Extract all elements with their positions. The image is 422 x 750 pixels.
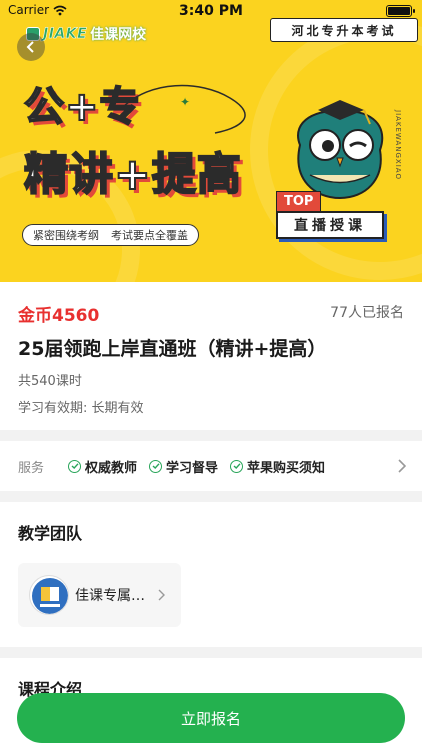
slogan-pill: 紧密围绕考纲 考试要点全覆盖 [22, 224, 199, 246]
slogan-text: 考试要点全覆盖 [111, 229, 188, 242]
check-circle-icon [149, 459, 163, 473]
status-bar: Carrier 3:40 PM [0, 0, 422, 22]
chevron-right-icon [398, 459, 406, 473]
live-badge-label: 直播授课 [276, 211, 384, 239]
back-button[interactable] [17, 33, 45, 61]
teacher-logo-icon [32, 578, 68, 614]
course-info-card: 金币4560 77人已报名 25届领跑上岸直通班（精讲+提高） 共540课时 学… [0, 282, 422, 430]
chevron-right-icon [158, 589, 165, 601]
service-item: 学习督导 [149, 457, 218, 476]
check-circle-icon [230, 459, 244, 473]
course-price: 金币4560 [18, 306, 100, 326]
service-item: 权威教师 [68, 457, 137, 476]
course-banner: JIAKE 佳课网校 河北专升本考试 公+专 精讲+提高 ✦ 紧密围绕考纲 考试… [0, 0, 422, 282]
service-label: 学习督导 [166, 460, 219, 476]
service-label: 苹果购买须知 [247, 460, 326, 476]
enrolled-count: 77人已报名 [330, 305, 404, 321]
course-title: 25届领跑上岸直通班（精讲+提高） [18, 338, 327, 360]
slogan-text: 紧密围绕考纲 [33, 229, 99, 242]
battery-fill [388, 7, 410, 15]
check-circle-icon [68, 459, 81, 473]
services-row[interactable]: 服务 权威教师 学习督导 苹果购买须知 [0, 441, 422, 491]
services-label: 服务 [18, 460, 45, 476]
logo-text-en: JIAKE [43, 26, 88, 43]
top-badge-label: TOP [276, 191, 322, 212]
course-validity: 学习有效期: 长期有效 [18, 401, 144, 416]
logo-text-cn: 佳课网校 [90, 27, 147, 43]
svg-text:✦: ✦ [180, 95, 190, 109]
battery-icon [386, 5, 415, 17]
course-hours: 共540课时 [18, 374, 82, 389]
teacher-name: 佳课专属讲师 [75, 588, 155, 604]
teacher-avatar [29, 575, 69, 615]
teacher-card[interactable]: 佳课专属讲师 [18, 563, 181, 627]
teaching-team-section: 教学团队 佳课专属讲师 [0, 502, 422, 647]
service-label: 权威教师 [85, 460, 138, 476]
service-item: 苹果购买须知 [230, 457, 325, 476]
section-title: 教学团队 [18, 524, 83, 543]
headline-line2: 精讲+提高 [23, 148, 242, 201]
decorative-swirl-icon: ✦ [121, 84, 246, 134]
enroll-button[interactable]: 立即报名 [17, 693, 405, 743]
owl-mascot-icon [297, 100, 384, 200]
clock: 3:40 PM [179, 3, 243, 19]
chevron-left-icon [26, 41, 34, 53]
live-badge: 直播授课 TOP [276, 191, 391, 241]
